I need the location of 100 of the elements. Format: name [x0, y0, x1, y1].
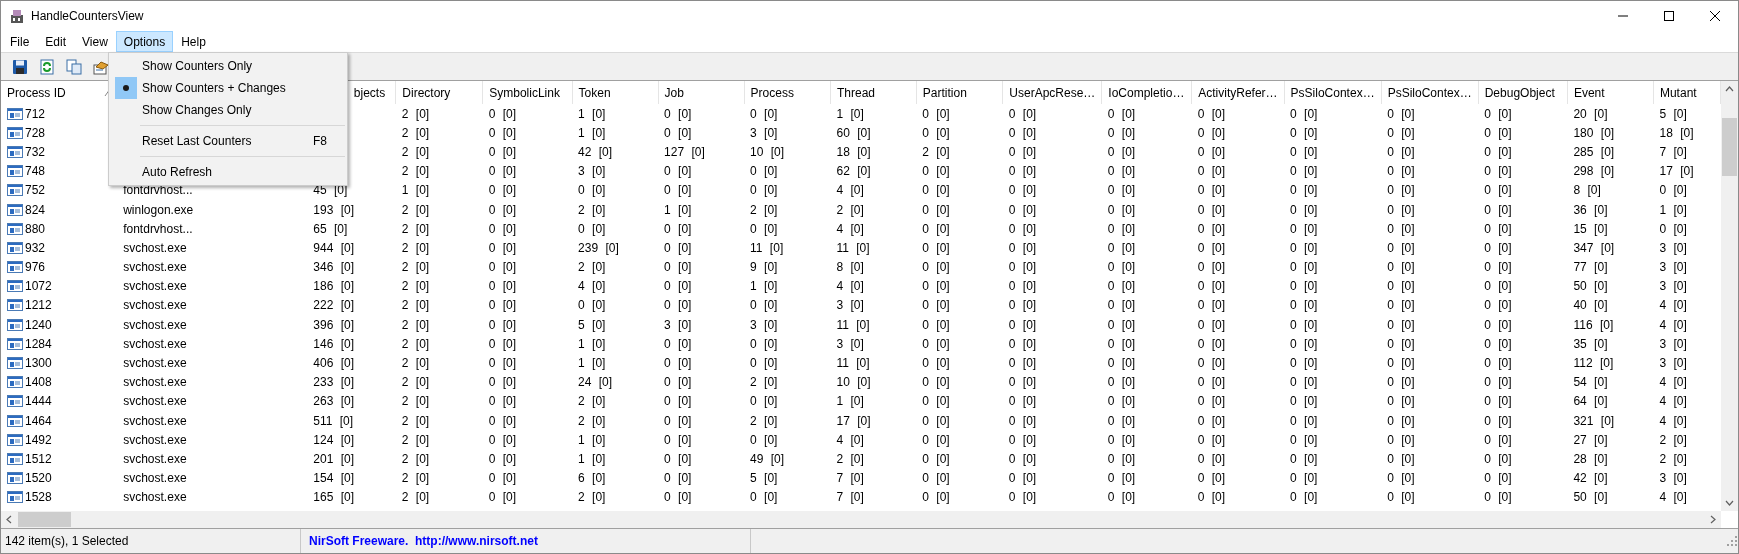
window-icon — [7, 261, 23, 274]
table-cell-text: 0 [0] — [921, 297, 951, 315]
process-id: 1284 — [25, 335, 52, 353]
table-cell-text: 0 [0] — [663, 412, 693, 430]
table-cell-text: 11 [0] — [835, 239, 871, 257]
table-cell-text: winlogon.exe — [122, 201, 195, 219]
process-id: 1212 — [25, 297, 52, 315]
menu-option[interactable]: Reset Last Counters F8 — [109, 130, 347, 152]
table-cell-text: 0 [0] — [1483, 355, 1513, 373]
table-cell-text: svchost.exe — [122, 489, 188, 507]
table-cell-text: 0 [0] — [1196, 182, 1227, 200]
column-header[interactable]: SymbolicLink — [482, 81, 573, 104]
table-cell-text: 0 [0] — [921, 374, 951, 392]
table-cell-text: 0 [0] — [1106, 143, 1137, 161]
table-cell-text: 28 [0] — [1572, 450, 1609, 468]
website-link[interactable]: NirSoft Freeware. http://www.nirsoft.net — [309, 532, 538, 550]
table-cell-text: 50 [0] — [1572, 489, 1609, 507]
table-cell-text: 0 [0] — [1289, 182, 1319, 200]
table-cell-text: 0 [0] — [1386, 470, 1416, 488]
column-header[interactable]: Job — [658, 81, 745, 104]
window-icon — [7, 107, 23, 120]
column-header[interactable]: ActivityRefer… — [1191, 81, 1285, 104]
window-icon — [7, 318, 23, 331]
table-cell-text: 0 [0] — [1289, 374, 1319, 392]
table-cell-text: 9 [0] — [749, 259, 779, 277]
table-cell-text: svchost.exe — [122, 297, 188, 315]
column-header[interactable]: Thread — [830, 81, 917, 104]
column-header[interactable]: PsSiloContex… — [1381, 81, 1479, 104]
table-cell-text: 0 [0] — [1007, 201, 1038, 219]
table-cell-text: 0 [0] — [663, 355, 693, 373]
table-cell-text: 127 [0] — [663, 143, 706, 161]
table-cell-text: 18 [0] — [1658, 124, 1695, 142]
column-header[interactable]: Mutant — [1653, 81, 1721, 104]
table-cell-text: 2 [0] — [577, 412, 607, 430]
menu-item[interactable]: File — [2, 31, 38, 52]
close-icon — [1709, 10, 1721, 22]
table-cell-text: 2 [0] — [577, 393, 607, 411]
table-cell-text: 2 [0] — [400, 470, 431, 488]
table-cell-text: 0 [0] — [921, 431, 951, 449]
table-cell-text: 0 [0] — [487, 374, 518, 392]
bullet-icon — [122, 85, 129, 91]
table-cell-text: 0 [0] — [1007, 239, 1038, 257]
table-cell-text: 1 [0] — [577, 450, 607, 468]
table-cell-text: 0 [0] — [921, 201, 951, 219]
scroll-thumb[interactable] — [18, 512, 71, 527]
process-id: 728 — [25, 124, 46, 142]
table-cell-text: 0 [0] — [1289, 489, 1319, 507]
menu-option[interactable]: Auto Refresh — [109, 161, 347, 183]
table-cell-text: 0 [0] — [1007, 450, 1038, 468]
menu-item[interactable]: View — [74, 31, 116, 52]
table-cell-text: 0 [0] — [1483, 316, 1513, 334]
table-cell-text: 0 [0] — [1106, 489, 1137, 507]
table-cell-text: 3 [0] — [749, 316, 779, 334]
table-cell-text: 0 [0] — [1483, 489, 1513, 507]
column-header[interactable]: Token — [572, 81, 659, 104]
table-cell: 1 [0] — [572, 104, 659, 124]
menu-item[interactable]: Edit — [37, 31, 75, 52]
column-header[interactable]: Process — [744, 81, 831, 104]
table-cell-text: 0 [0] — [1007, 431, 1038, 449]
table-cell-text: 0 [0] — [1289, 316, 1319, 334]
scroll-thumb[interactable] — [1722, 118, 1737, 176]
table-cell-text: 27 [0] — [1572, 431, 1609, 449]
table-cell-text: 396 [0] — [312, 316, 355, 334]
column-header[interactable]: Directory — [395, 81, 483, 104]
column-header[interactable]: UserApcRese… — [1002, 81, 1102, 104]
process-id: 1528 — [25, 489, 52, 507]
table-cell-text: 0 [0] — [1196, 374, 1227, 392]
column-header[interactable]: Partition — [916, 81, 1003, 104]
table-cell-text: 0 [0] — [1289, 355, 1319, 373]
table-cell-text: svchost.exe — [122, 393, 188, 411]
column-header[interactable]: PsSiloContex… — [1284, 81, 1382, 104]
table-cell-text: 0 [0] — [1289, 259, 1319, 277]
table-cell-text: 0 [0] — [749, 393, 779, 411]
table-cell-text: 2 [0] — [400, 163, 431, 181]
table-cell-text: 7 [0] — [835, 489, 865, 507]
table-cell-text: 0 [0] — [487, 239, 518, 257]
table-cell-text: 1 [0] — [749, 278, 779, 296]
table-cell-text: 0 [0] — [1483, 374, 1513, 392]
table-cell-text: 4 [0] — [835, 182, 865, 200]
table-cell-text: 0 [0] — [921, 278, 951, 296]
menu-option[interactable]: Show Counters Only — [109, 55, 347, 77]
table-cell-text: 0 [0] — [1289, 239, 1319, 257]
process-id: 712 — [25, 105, 46, 123]
table-cell-text: 944 [0] — [312, 239, 355, 257]
column-header[interactable]: DebugObject — [1478, 81, 1568, 104]
table-cell: 1 [0] — [830, 104, 917, 124]
table-cell-text: 2 [0] — [400, 297, 431, 315]
vertical-scrollbar[interactable] — [1721, 81, 1738, 511]
column-header[interactable]: IoCompletio… — [1101, 81, 1192, 104]
table-cell-text: 3 [0] — [1658, 239, 1688, 257]
column-header[interactable]: Event — [1567, 81, 1654, 104]
resize-grip-icon[interactable] — [1726, 535, 1738, 547]
table-cell-text: 0 [0] — [1483, 201, 1513, 219]
menu-item[interactable]: Help — [173, 31, 214, 52]
menu-item[interactable]: Options — [115, 31, 174, 52]
table-cell-text: 0 [0] — [1289, 220, 1319, 238]
table-cell-text: 0 [0] — [1483, 182, 1513, 200]
table-cell-text: 0 [0] — [487, 278, 518, 296]
horizontal-scrollbar[interactable] — [1, 511, 1721, 528]
window-icon — [7, 165, 23, 178]
